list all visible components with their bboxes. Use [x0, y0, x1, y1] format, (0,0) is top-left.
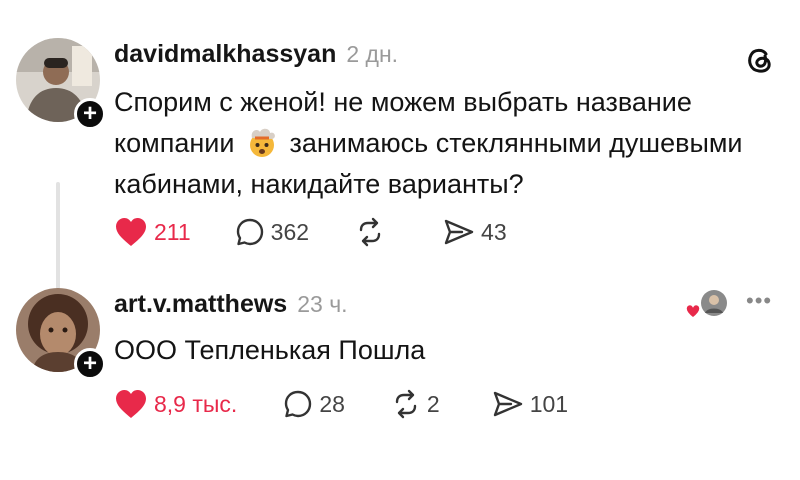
- follow-plus-button[interactable]: +: [74, 348, 106, 380]
- reply-count: 362: [270, 218, 310, 245]
- more-options-icon[interactable]: •••: [746, 288, 772, 314]
- username[interactable]: davidmalkhassyan: [114, 40, 336, 69]
- timestamp: 23 ч.: [297, 291, 348, 317]
- repost-button[interactable]: 2: [391, 389, 440, 419]
- heart-filled-icon: [116, 390, 146, 418]
- threads-logo-icon[interactable]: [742, 42, 778, 78]
- comment-bubble-icon: [236, 218, 263, 246]
- reply-count: 28: [319, 390, 345, 417]
- reply-button[interactable]: 362: [235, 217, 309, 247]
- send-arrow-icon: [493, 391, 522, 417]
- send-arrow-icon: [444, 219, 474, 245]
- reply-button[interactable]: 28: [283, 389, 345, 419]
- avatar-container: +: [16, 288, 106, 380]
- like-count: 8,9 тыс.: [154, 390, 238, 417]
- post-text: Спорим с женой! не можем выбрать названи…: [114, 82, 774, 205]
- follow-plus-button[interactable]: +: [74, 98, 106, 130]
- share-button[interactable]: 43: [443, 217, 507, 247]
- share-count: 43: [481, 218, 507, 245]
- heart-filled-icon: [116, 218, 146, 246]
- comment-bubble-icon: [285, 390, 312, 418]
- like-button[interactable]: 211: [114, 216, 191, 248]
- like-button[interactable]: 8,9 тыс.: [114, 388, 237, 420]
- repost-arrows-icon: [359, 217, 381, 247]
- share-count: 101: [529, 390, 569, 417]
- post-text: ООО Тепленькая Пошла: [114, 335, 426, 365]
- liked-by-author-indicator[interactable]: [684, 288, 732, 322]
- share-button[interactable]: 101: [492, 389, 568, 419]
- post-header: art.v.matthews 23 ч.: [114, 290, 348, 319]
- repost-arrows-icon: [395, 389, 417, 419]
- avatar-container: +: [16, 38, 106, 130]
- action-bar: 8,9 тыс. 28 2 101: [114, 386, 568, 422]
- timestamp: 2 дн.: [346, 41, 399, 67]
- repost-count: 2: [426, 390, 440, 417]
- post-header: davidmalkhassyan 2 дн.: [114, 40, 398, 69]
- like-count: 211: [154, 218, 191, 245]
- action-bar: 211 362 43: [114, 214, 507, 250]
- username[interactable]: art.v.matthews: [114, 290, 287, 319]
- exploding-head-emoji-icon: [246, 126, 278, 158]
- repost-button[interactable]: [355, 217, 391, 247]
